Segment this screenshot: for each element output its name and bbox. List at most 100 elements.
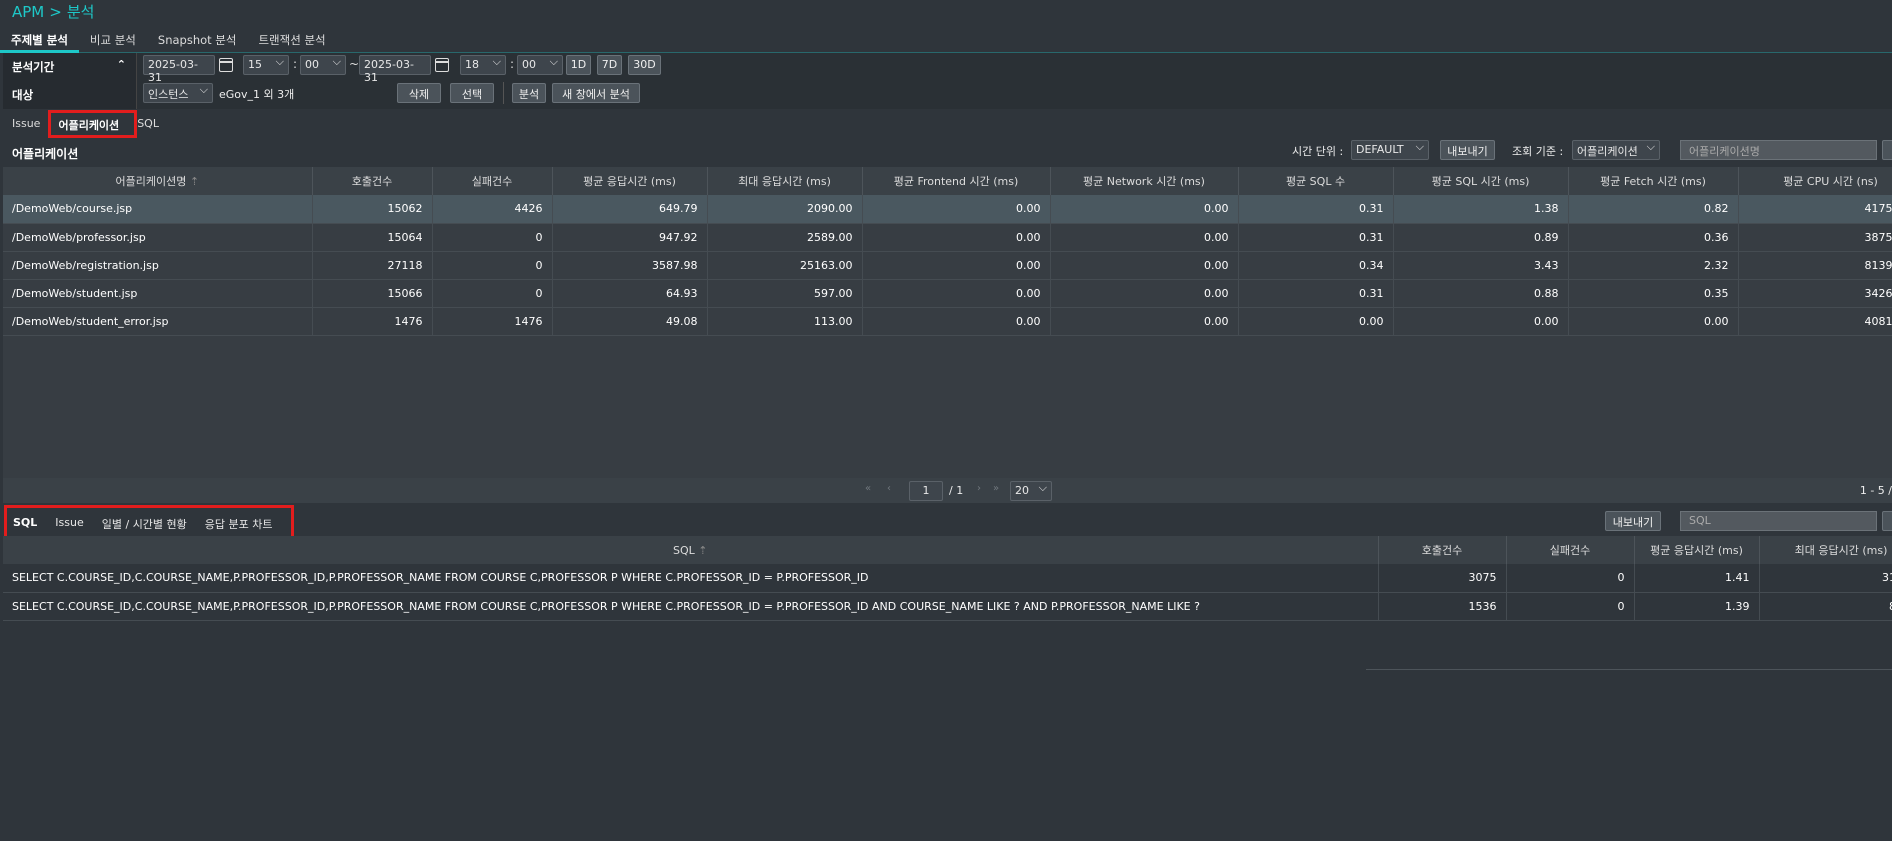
tab-snapshot-analysis[interactable]: Snapshot 분석 [147, 27, 248, 53]
analyze-button[interactable]: 분석 [512, 83, 546, 103]
query-basis-label: 조회 기준 : [1512, 145, 1564, 158]
range-info: 1 - 5 / [1859, 484, 1892, 497]
period-label-text: 분석기간 [12, 60, 55, 74]
pagination: « ‹ 1 / 1 › » 20 1 - 5 / [3, 478, 1892, 503]
quick-30d-button[interactable]: 30D [628, 55, 661, 75]
table-cell: 1476 [312, 307, 433, 336]
table-cell: 15062 [312, 195, 433, 224]
page-size-select[interactable]: 20 [1010, 481, 1052, 501]
application-search-input[interactable]: 어플리케이션명 [1680, 140, 1877, 160]
column-header[interactable]: 호출건수 [312, 167, 433, 195]
column-header[interactable]: 실패건수 [1506, 536, 1635, 564]
sql-search-input[interactable]: SQL [1680, 511, 1877, 531]
first-page-icon[interactable]: « [865, 483, 871, 494]
table-row[interactable]: SELECT C.COURSE_ID,C.COURSE_NAME,P.PROFE… [3, 592, 1892, 621]
column-header[interactable]: 평균 응답시간 (ms) [1634, 536, 1760, 564]
tab-transaction-analysis[interactable]: 트랜잭션 분석 [247, 27, 336, 53]
table-cell: 0 [432, 251, 553, 280]
table-row[interactable]: /DemoWeb/course.jsp 15062 4426 649.79 2090.0… [3, 195, 1892, 224]
sql-search-button[interactable] [1882, 511, 1892, 531]
subtab-issue[interactable]: Issue [3, 111, 49, 137]
target-type-select[interactable]: 인스턴스 [143, 83, 213, 103]
column-header[interactable]: 평균 SQL 수 [1238, 167, 1394, 195]
end-minute-select[interactable]: 00 [517, 55, 563, 75]
table-cell: /DemoWeb/professor.jsp [3, 223, 313, 252]
table-cell: 0.00 [862, 307, 1051, 336]
table-cell: 1.41 [1634, 564, 1760, 593]
table-cell: 0.31 [1238, 279, 1394, 308]
main-tabs: 주제별 분석 비교 분석 Snapshot 분석 트랜잭션 분석 [0, 27, 337, 53]
end-date-input[interactable]: 2025-03-31 [359, 55, 431, 84]
table-cell: 0.00 [862, 251, 1051, 280]
table-cell: 8.00 [1759, 592, 1892, 621]
delete-button[interactable]: 삭제 [397, 83, 441, 103]
last-page-icon[interactable]: » [993, 483, 999, 494]
table-cell: 0.31 [1238, 195, 1394, 224]
table-cell: 4081456 [1738, 307, 1892, 336]
chevron-up-icon[interactable]: ⌃ [117, 58, 126, 71]
table-row[interactable]: /DemoWeb/student.jsp 15066 0 64.93 597.00 0.0… [3, 279, 1892, 308]
table-cell: 15064 [312, 223, 433, 252]
table-cell: 3587.98 [552, 251, 708, 280]
column-header[interactable]: 실패건수 [432, 167, 553, 195]
time-unit-label: 시간 단위 : [1292, 145, 1344, 158]
table-row[interactable]: /DemoWeb/professor.jsp 15064 0 947.92 2589.0… [3, 223, 1892, 252]
column-header[interactable]: 평균 Fetch 시간 (ms) [1568, 167, 1739, 195]
select-button[interactable]: 선택 [450, 83, 494, 103]
table-cell: 0 [1506, 592, 1635, 621]
table-cell: 2589.00 [707, 223, 863, 252]
column-header[interactable]: 평균 SQL 시간 (ms) [1393, 167, 1569, 195]
table-cell: 15066 [312, 279, 433, 308]
table-cell: 0.00 [1568, 307, 1739, 336]
time-unit-select[interactable]: DEFAULT [1351, 140, 1429, 160]
column-header[interactable]: SQL ⇡ [3, 536, 1379, 564]
column-header[interactable]: 평균 응답시간 (ms) [552, 167, 708, 195]
table-row[interactable]: /DemoWeb/registration.jsp 27118 0 3587.98 25… [3, 251, 1892, 280]
query-basis-select[interactable]: 어플리케이션 [1572, 140, 1660, 160]
application-table: 어플리케이션명 ⇡ 호출건수 실패건수 평균 응답시간 (ms) 최대 응답시간… [3, 167, 1892, 336]
breadcrumb-root[interactable]: APM [12, 3, 44, 21]
start-hour-select[interactable]: 15 [243, 55, 289, 75]
export-button[interactable]: 내보내기 [1440, 140, 1495, 160]
page-input[interactable]: 1 [909, 481, 943, 501]
table-cell: 0 [432, 279, 553, 308]
table-cell: 1.38 [1393, 195, 1569, 224]
table-cell: 0.00 [862, 223, 1051, 252]
table-cell: 0.00 [1393, 307, 1569, 336]
column-header[interactable]: 최대 응답시간 (ms) [1759, 536, 1892, 564]
start-minute-select[interactable]: 00 [300, 55, 346, 75]
sql-export-button[interactable]: 내보내기 [1605, 511, 1661, 531]
table-cell: 0.88 [1393, 279, 1569, 308]
prev-page-icon[interactable]: ‹ [887, 483, 891, 494]
next-page-icon[interactable]: › [977, 483, 981, 494]
table-row[interactable]: SELECT C.COURSE_ID,C.COURSE_NAME,P.PROFE… [3, 564, 1892, 593]
table-cell: 597.00 [707, 279, 863, 308]
range-separator: ~ [349, 57, 360, 71]
table-row[interactable]: /DemoWeb/student_error.jsp 1476 1476 49.08 1… [3, 307, 1892, 336]
tab-compare-analysis[interactable]: 비교 분석 [79, 27, 147, 53]
column-header[interactable]: 최대 응답시간 (ms) [707, 167, 863, 195]
column-header[interactable]: 평균 CPU 시간 (ns) [1738, 167, 1892, 195]
column-header[interactable]: 어플리케이션명 ⇡ [3, 167, 313, 195]
end-hour-select[interactable]: 18 [460, 55, 506, 75]
sql-table: SQL ⇡ 호출건수 실패건수 평균 응답시간 (ms) 최대 응답시간 (ms… [3, 536, 1892, 621]
start-date-input[interactable]: 2025-03-31 [143, 55, 215, 84]
table-cell: 25163.00 [707, 251, 863, 280]
target-label-text: 대상 [12, 88, 34, 102]
section-title: 어플리케이션 [12, 147, 79, 161]
quick-1d-button[interactable]: 1D [566, 55, 591, 75]
column-header[interactable]: 평균 Frontend 시간 (ms) [862, 167, 1051, 195]
analyze-new-window-button[interactable]: 새 창에서 분석 [552, 83, 640, 103]
tab-topic-analysis[interactable]: 주제별 분석 [0, 27, 79, 53]
table-cell: 0.89 [1393, 223, 1569, 252]
column-header[interactable]: 평균 Network 시간 (ms) [1050, 167, 1239, 195]
period-label[interactable]: 분석기간 ⌃ [3, 53, 137, 81]
calendar-icon[interactable] [219, 58, 233, 72]
quick-7d-button[interactable]: 7D [597, 55, 622, 75]
table-cell: 0.00 [1050, 223, 1239, 252]
column-header[interactable]: 호출건수 [1378, 536, 1507, 564]
table-cell: 3426565 [1738, 279, 1892, 308]
search-button[interactable] [1882, 140, 1892, 160]
calendar-icon[interactable] [435, 58, 449, 72]
table-cell: 27118 [312, 251, 433, 280]
